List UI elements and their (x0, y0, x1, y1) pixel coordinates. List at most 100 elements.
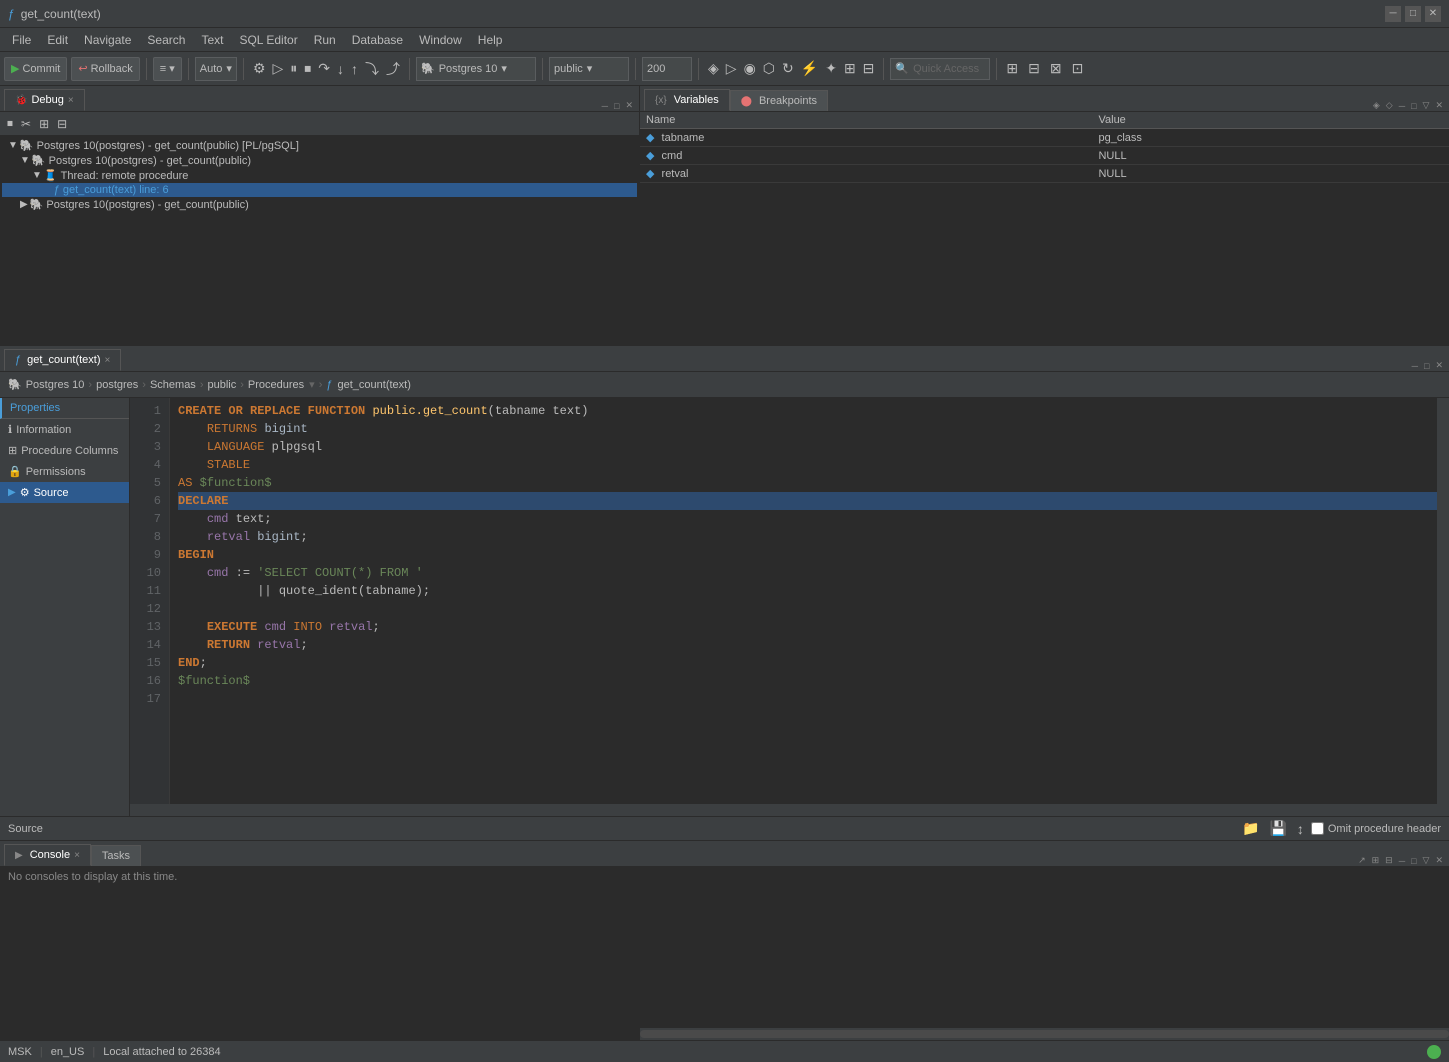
vars-panel-expand[interactable]: ✕ (1433, 100, 1445, 111)
breadcrumb-postgres-user[interactable]: postgres (96, 379, 138, 391)
console-btn-expand[interactable]: ▽ (1421, 855, 1432, 866)
layout-icon-4[interactable]: ⊡ (1069, 60, 1087, 77)
extra-icon-9[interactable]: ⊟ (860, 60, 878, 77)
breadcrumb-public[interactable]: public (207, 379, 236, 391)
commit-button[interactable]: ▶ Commit (4, 57, 67, 81)
debug-disconnect-icon[interactable]: ✂ (18, 117, 34, 131)
breakpoints-tab[interactable]: ⬤ Breakpoints (730, 90, 828, 111)
breadcrumb-schemas[interactable]: Schemas (150, 379, 196, 391)
editor-tab-close[interactable]: × (105, 355, 111, 366)
vars-panel-maximize[interactable]: □ (1409, 101, 1418, 111)
debug-icon-8[interactable]: ⤵ (362, 59, 382, 79)
menu-search[interactable]: Search (139, 31, 193, 49)
console-btn-close[interactable]: ✕ (1433, 855, 1445, 866)
breadcrumb-function[interactable]: ƒ get_count(text) (326, 379, 411, 391)
var-row-2[interactable]: ◆ retval NULL (640, 165, 1449, 183)
debug-icon-3[interactable]: ⏸ (287, 60, 300, 77)
extra-icon-4[interactable]: ⬡ (760, 60, 778, 77)
console-btn-3[interactable]: ⊟ (1383, 855, 1395, 866)
debug-panel-minimize[interactable]: ─ (600, 101, 610, 111)
prop-permissions[interactable]: 🔒 Permissions (0, 461, 129, 482)
layout-icon-1[interactable]: ⊞ (1003, 60, 1021, 77)
auto-dropdown[interactable]: Auto ▾ (195, 57, 237, 81)
var-row-1[interactable]: ◆ cmd NULL (640, 147, 1449, 165)
properties-tab[interactable]: Properties (0, 398, 129, 419)
console-tab-close[interactable]: × (74, 850, 80, 861)
editor-btn-maximize[interactable]: □ (1422, 361, 1431, 371)
menu-text[interactable]: Text (193, 31, 231, 49)
menu-help[interactable]: Help (470, 31, 511, 49)
extra-icon-8[interactable]: ⊞ (841, 60, 859, 77)
var-row-0[interactable]: ◆ tabname pg_class (640, 129, 1449, 147)
source-icon-1[interactable]: 📁 (1239, 820, 1262, 837)
vars-panel-minimize[interactable]: ─ (1397, 101, 1407, 111)
menu-window[interactable]: Window (411, 31, 470, 49)
code-vscroll[interactable] (1437, 398, 1449, 816)
layout-button[interactable]: ≡ ▾ (153, 57, 182, 81)
console-btn-minimize[interactable]: ─ (1397, 856, 1407, 866)
schema-dropdown[interactable]: public ▾ (549, 57, 629, 81)
editor-btn-expand[interactable]: ✕ (1433, 360, 1445, 371)
tree-item-2[interactable]: ▼ 🧵 Thread: remote procedure (2, 168, 637, 183)
extra-icon-6[interactable]: ⚡ (798, 60, 821, 77)
variables-tab[interactable]: {x} Variables (644, 89, 730, 111)
close-button[interactable]: ✕ (1425, 6, 1441, 22)
menu-edit[interactable]: Edit (39, 31, 76, 49)
breadcrumb-postgres[interactable]: Postgres 10 (26, 379, 85, 391)
layout-icon-2[interactable]: ⊟ (1025, 60, 1043, 77)
extra-icon-2[interactable]: ▷ (723, 60, 740, 77)
debug-icon-2[interactable]: ▷ (270, 60, 287, 77)
postgres-dropdown[interactable]: 🐘 Postgres 10 ▾ (416, 57, 536, 81)
tasks-tab[interactable]: Tasks (91, 845, 141, 866)
tree-item-0[interactable]: ▼ 🐘 Postgres 10(postgres) - get_count(pu… (2, 138, 637, 153)
extra-icon-1[interactable]: ◈ (705, 60, 722, 77)
maximize-button[interactable]: □ (1405, 6, 1421, 22)
debug-tab[interactable]: 🐞 Debug × (4, 89, 85, 111)
editor-tab[interactable]: ƒ get_count(text) × (4, 349, 121, 371)
prop-information[interactable]: ℹ Information (0, 419, 129, 440)
menu-navigate[interactable]: Navigate (76, 31, 139, 49)
layout-icon-3[interactable]: ⊠ (1047, 60, 1065, 77)
debug-tab-close[interactable]: × (68, 95, 74, 106)
debug-panel-maximize[interactable]: □ (612, 101, 621, 111)
editor-btn-minimize[interactable]: ─ (1410, 361, 1420, 371)
tree-item-4[interactable]: ▶ 🐘 Postgres 10(postgres) - get_count(pu… (2, 197, 637, 212)
code-editor[interactable]: 1 2 3 4 5 6 7 8 9 10 11 12 13 14 (130, 398, 1449, 816)
source-icon-3[interactable]: ↕ (1294, 821, 1307, 837)
vars-panel-close[interactable]: ▽ (1421, 100, 1432, 111)
console-tab[interactable]: ▶ Console × (4, 844, 91, 866)
zoom-input[interactable] (642, 57, 692, 81)
menu-run[interactable]: Run (306, 31, 344, 49)
code-hscroll[interactable] (130, 804, 1437, 816)
debug-icon-1[interactable]: ⚙ (250, 60, 269, 77)
rollback-button[interactable]: ↩ Rollback (71, 57, 139, 81)
prop-procedure-columns[interactable]: ⊞ Procedure Columns (0, 440, 129, 461)
debug-expand-icon[interactable]: ⊞ (36, 117, 52, 131)
omit-checkbox[interactable] (1311, 822, 1324, 835)
debug-collapse-icon[interactable]: ⊟ (54, 117, 70, 131)
console-btn-1[interactable]: ↗ (1356, 855, 1368, 866)
debug-panel-close[interactable]: ✕ (623, 100, 635, 111)
debug-icon-5[interactable]: ↷ (315, 60, 333, 77)
extra-icon-5[interactable]: ↻ (779, 60, 797, 77)
breadcrumb-procedures[interactable]: Procedures ▾ (248, 378, 315, 391)
extra-icon-7[interactable]: ✦ (822, 60, 840, 77)
source-icon-2[interactable]: 💾 (1266, 820, 1289, 837)
menu-sql-editor[interactable]: SQL Editor (231, 31, 305, 49)
tree-item-1[interactable]: ▼ 🐘 Postgres 10(postgres) - get_count(pu… (2, 153, 637, 168)
menu-file[interactable]: File (4, 31, 39, 49)
debug-icon-7[interactable]: ↑ (348, 61, 361, 77)
prop-source[interactable]: ▶ ⚙ Source (0, 482, 129, 503)
debug-icon-6[interactable]: ↓ (334, 61, 347, 77)
vars-panel-btn-1[interactable]: ◈ (1371, 100, 1382, 111)
debug-icon-9[interactable]: ⤴ (383, 59, 403, 79)
vars-panel-btn-2[interactable]: ◇ (1384, 100, 1395, 111)
minimize-button[interactable]: ─ (1385, 6, 1401, 22)
tree-item-3[interactable]: ▷ ƒ get_count(text) line: 6 (2, 183, 637, 197)
debug-icon-4[interactable]: ⏹ (301, 60, 314, 77)
extra-icon-3[interactable]: ◉ (741, 60, 759, 77)
console-btn-2[interactable]: ⊞ (1370, 855, 1382, 866)
debug-stop-icon[interactable]: ⏹ (4, 116, 16, 131)
quick-access-box[interactable]: 🔍 Quick Access (890, 58, 990, 80)
menu-database[interactable]: Database (344, 31, 411, 49)
